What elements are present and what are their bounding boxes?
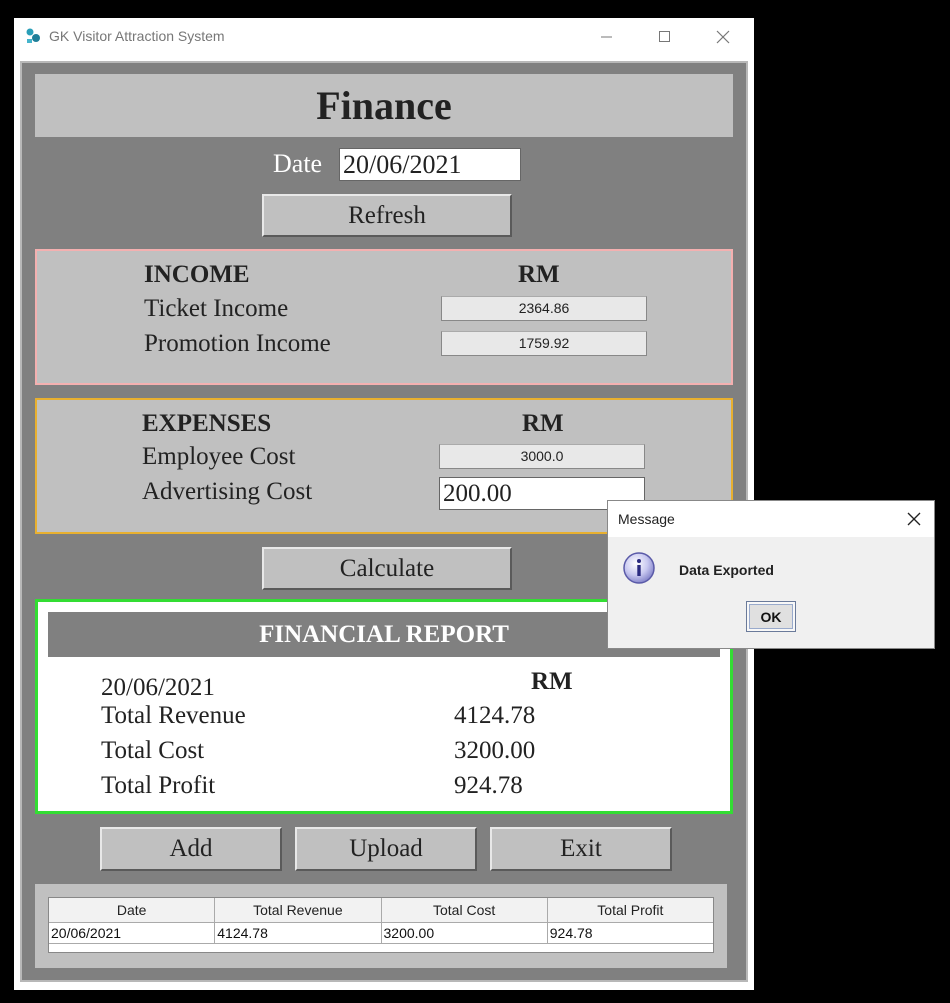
employee-cost-field: 3000.0 xyxy=(439,444,645,469)
promotion-income-field: 1759.92 xyxy=(441,331,647,356)
page-title: Finance xyxy=(35,74,733,137)
report-date: 20/06/2021 xyxy=(101,674,215,701)
employee-cost-label: Employee Cost xyxy=(142,443,296,470)
records-table[interactable]: Date Total Revenue Total Cost Total Prof… xyxy=(48,897,714,953)
ticket-income-field: 2364.86 xyxy=(441,296,647,321)
title-bar[interactable]: GK Visitor Attraction System xyxy=(14,18,754,56)
minimize-button[interactable] xyxy=(584,18,630,56)
message-dialog: Message Data Exported OK xyxy=(607,500,935,649)
maximize-button[interactable] xyxy=(642,18,688,56)
info-icon xyxy=(623,552,655,584)
promotion-income-label: Promotion Income xyxy=(144,330,331,357)
records-panel: Date Total Revenue Total Cost Total Prof… xyxy=(35,884,727,968)
total-revenue-label: Total Revenue xyxy=(101,702,246,729)
table-cell: 20/06/2021 xyxy=(49,923,216,943)
expenses-currency-label: RM xyxy=(522,410,564,437)
column-header-total-cost[interactable]: Total Cost xyxy=(382,898,548,922)
upload-button[interactable]: Upload xyxy=(295,827,477,871)
expenses-heading: EXPENSES xyxy=(142,410,272,437)
app-icon xyxy=(26,28,40,43)
table-cell: 4124.78 xyxy=(215,923,382,943)
dialog-title-bar[interactable]: Message xyxy=(608,501,934,537)
date-label: Date xyxy=(273,149,323,178)
window-title: GK Visitor Attraction System xyxy=(49,28,225,44)
refresh-button[interactable]: Refresh xyxy=(262,194,512,237)
dialog-close-button[interactable] xyxy=(900,505,928,533)
total-profit-label: Total Profit xyxy=(101,772,216,799)
add-button[interactable]: Add xyxy=(100,827,282,871)
table-cell: 924.78 xyxy=(549,925,593,941)
total-revenue-value: 4124.78 xyxy=(454,702,536,729)
column-header-total-profit[interactable]: Total Profit xyxy=(548,898,713,922)
calculate-button[interactable]: Calculate xyxy=(262,547,512,590)
dialog-message: Data Exported xyxy=(679,562,774,578)
report-currency-label: RM xyxy=(531,668,573,695)
total-cost-value: 3200.00 xyxy=(454,737,536,764)
income-currency-label: RM xyxy=(518,261,560,288)
table-cell: 3200.00 xyxy=(382,923,548,943)
income-panel: INCOME RM Ticket Income 2364.86 Promotio… xyxy=(35,249,733,385)
ticket-income-label: Ticket Income xyxy=(144,295,289,322)
table-row[interactable]: 20/06/2021 4124.78 3200.00 924.78 xyxy=(49,923,713,944)
close-icon xyxy=(716,30,730,44)
date-input[interactable]: 20/06/2021 xyxy=(339,148,521,181)
total-profit-value: 924.78 xyxy=(454,772,523,799)
total-cost-label: Total Cost xyxy=(101,737,205,764)
income-heading: INCOME xyxy=(144,261,250,288)
dialog-title: Message xyxy=(618,511,675,527)
exit-button[interactable]: Exit xyxy=(490,827,672,871)
column-header-total-revenue[interactable]: Total Revenue xyxy=(215,898,382,922)
close-button[interactable] xyxy=(700,18,746,56)
minimize-icon xyxy=(601,36,612,38)
ok-button[interactable]: OK xyxy=(746,601,796,632)
column-header-date[interactable]: Date xyxy=(49,898,216,922)
table-header: Date Total Revenue Total Cost Total Prof… xyxy=(49,898,713,923)
maximize-icon xyxy=(659,31,670,42)
advertising-cost-label: Advertising Cost xyxy=(142,478,313,505)
close-icon xyxy=(907,512,921,526)
